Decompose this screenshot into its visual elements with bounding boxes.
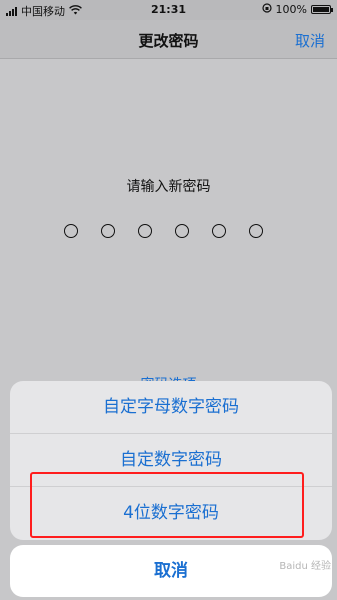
highlight-box: [30, 472, 304, 538]
watermark: Baidu 经验: [279, 561, 331, 572]
passcode-dot: [212, 224, 226, 238]
battery-icon: [311, 5, 333, 14]
passcode-dots: [64, 224, 263, 238]
battery-percent: 100%: [275, 3, 307, 16]
passcode-dot: [138, 224, 152, 238]
passcode-prompt: 请输入新密码: [126, 179, 211, 195]
navigation-bar: 更改密码 取消: [0, 20, 337, 59]
status-right: 100%: [261, 3, 333, 16]
passcode-dot: [101, 224, 115, 238]
rotation-lock-icon: [261, 3, 272, 16]
option-custom-alphanumeric[interactable]: 自定字母数字密码: [10, 381, 332, 434]
nav-cancel-button[interactable]: 取消: [295, 30, 325, 51]
passcode-dot: [64, 224, 78, 238]
passcode-dot: [175, 224, 189, 238]
passcode-dot: [249, 224, 263, 238]
page-title: 更改密码: [138, 32, 199, 50]
status-bar: 中国移动 21:31 100%: [0, 0, 337, 20]
